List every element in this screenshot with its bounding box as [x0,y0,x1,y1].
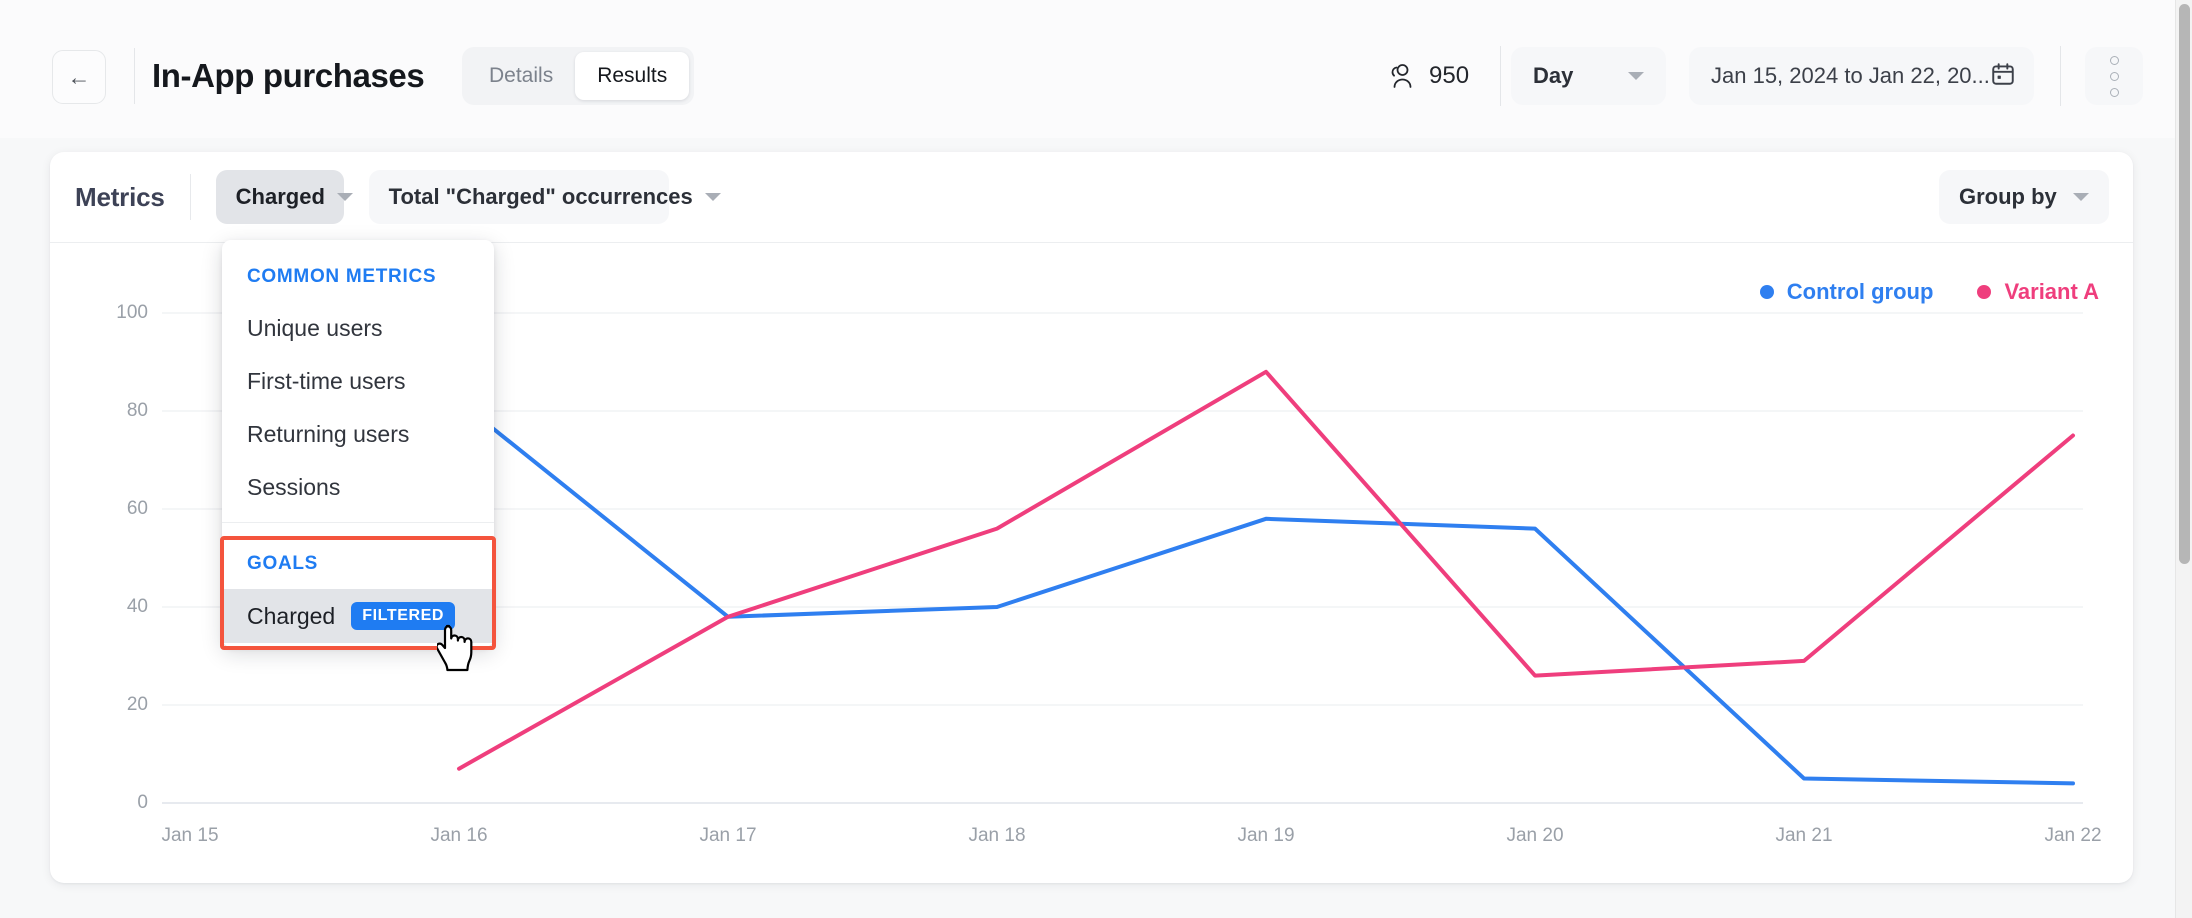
chevron-down-icon [704,193,721,201]
header-divider-3 [2060,46,2061,106]
x-axis-tick-label: Jan 22 [2044,825,2102,846]
y-axis-tick-label: 0 [137,792,148,813]
dropdown-goals-group: Charged FILTERED [222,589,494,643]
header-divider [134,48,135,104]
filtered-badge: FILTERED [351,602,456,630]
aggregation-select[interactable]: Total "Charged" occurrences [368,170,721,224]
arrow-left-icon: ← [67,63,91,90]
users-count-value: 950 [1429,62,1470,89]
x-axis-tick-label: Jan 19 [1237,825,1295,846]
y-axis-tick-label: 40 [126,596,148,617]
series-line [457,369,2075,771]
dropdown-section-title-common-metrics: COMMON METRICS [247,266,437,287]
x-axis-tick-label: Jan 18 [968,825,1026,846]
group-by-label: Group by [1959,184,2057,209]
vertical-scrollbar-track[interactable] [2175,0,2192,918]
view-tabs: Details Results [462,47,695,105]
kebab-menu-icon [2109,71,2119,81]
header-divider-2 [1500,46,1501,106]
series-line [457,399,2075,786]
y-axis-tick-label: 60 [126,498,148,519]
metrics-label: Metrics [75,181,165,212]
users-icon [1385,63,1415,89]
calendar-icon [1990,61,2016,92]
toolbar-divider [189,174,191,220]
dropdown-divider [222,522,494,523]
group-by-button[interactable]: Group by [1939,170,2109,224]
chevron-down-icon [2073,193,2089,201]
x-axis-tick-label: Jan 17 [699,825,757,846]
y-axis-tick-label: 100 [116,302,148,323]
dropdown-item-first-time-users[interactable]: First-time users [222,355,494,408]
dropdown-item-charged[interactable]: Charged FILTERED [222,589,494,643]
kebab-menu-icon [2109,55,2119,65]
x-axis-tick-label: Jan 21 [1775,825,1833,846]
date-range-label: Jan 15, 2024 to Jan 22, 20... [1711,63,1990,88]
users-count-stat: 950 [1385,52,1469,100]
chevron-down-icon [1628,72,1644,80]
metric-select-label: Charged [235,184,325,209]
vertical-scrollbar-thumb[interactable] [2179,4,2190,564]
metrics-toolbar: Metrics Charged Total "Charged" occurren… [50,152,2133,243]
y-axis-tick-label: 80 [126,400,148,421]
dropdown-section-title-goals: GOALS [247,553,319,574]
chevron-down-icon [336,193,353,201]
back-button[interactable]: ← [52,50,106,104]
y-axis-tick-label: 20 [126,694,148,715]
dropdown-item-charged-label: Charged [247,602,336,629]
tab-results[interactable]: Results [575,52,690,100]
more-options-button[interactable] [2085,47,2143,105]
x-axis-tick-label: Jan 20 [1506,825,1564,846]
granularity-select[interactable]: Day [1511,47,1666,105]
dropdown-item-unique-users[interactable]: Unique users [222,302,494,355]
granularity-label: Day [1533,63,1574,88]
aggregation-select-label: Total "Charged" occurrences [388,184,693,209]
date-range-picker[interactable]: Jan 15, 2024 to Jan 22, 20... [1689,47,2034,105]
x-axis-tick-label: Jan 15 [161,825,219,846]
dropdown-item-returning-users[interactable]: Returning users [222,408,494,461]
x-axis-tick-label: Jan 16 [430,825,488,846]
metric-select[interactable]: Charged [215,170,353,224]
dropdown-item-sessions[interactable]: Sessions [222,461,494,514]
page-title: In-App purchases [152,57,425,94]
kebab-menu-icon [2109,87,2119,97]
tab-details[interactable]: Details [467,52,575,100]
metric-dropdown-menu: COMMON METRICS Unique users First-time u… [222,240,494,647]
